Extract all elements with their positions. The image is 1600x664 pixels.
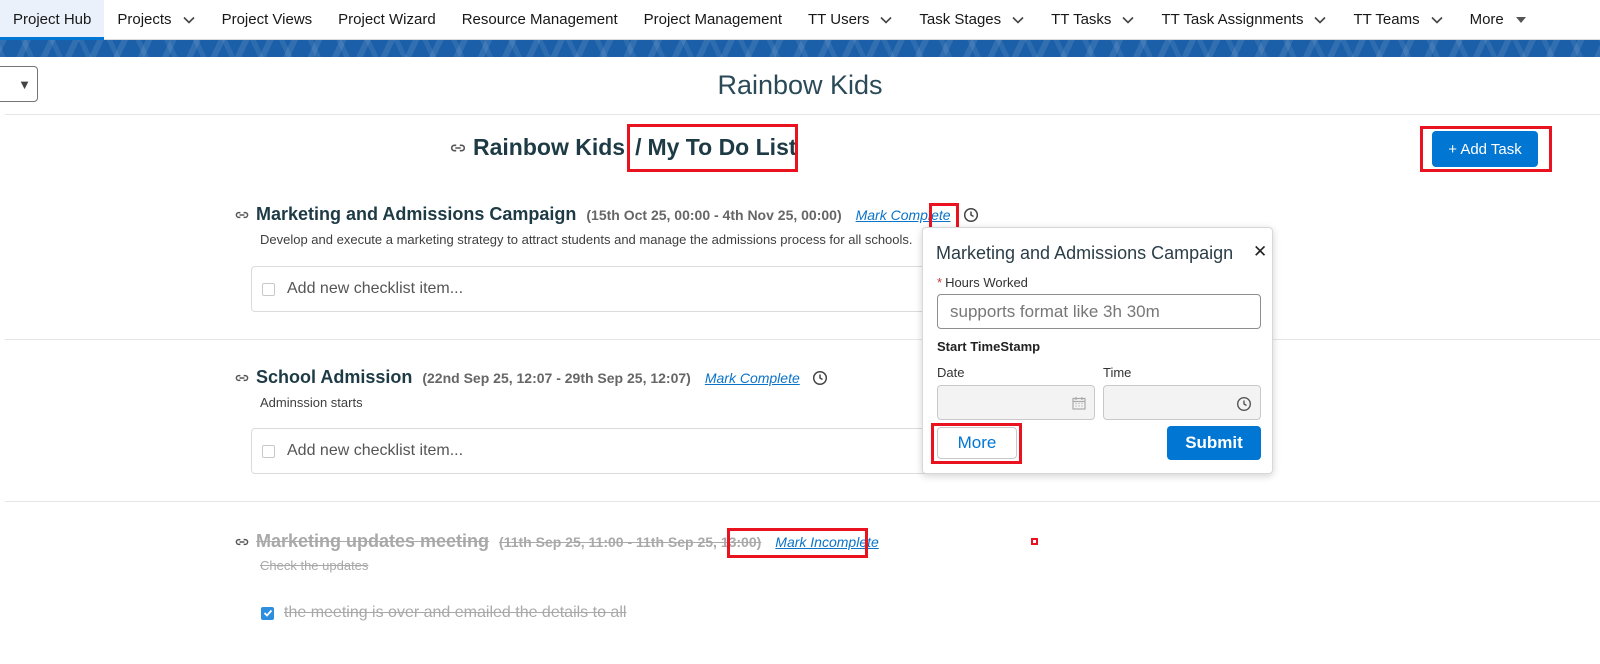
page-title: Rainbow Kids — [717, 70, 883, 100]
nav-label: Project Views — [221, 11, 313, 28]
nav-item-project-management[interactable]: Project Management — [631, 0, 795, 40]
checkbox[interactable] — [262, 282, 275, 296]
time-label: Time — [1103, 365, 1132, 380]
nav-label: TT Users — [808, 11, 870, 28]
highlight-marker — [1031, 538, 1038, 545]
date-label: Date — [937, 365, 965, 380]
nav-label: Project Management — [643, 11, 783, 28]
popover-title: Marketing and Admissions Campaign — [936, 243, 1234, 263]
link-icon — [235, 374, 249, 381]
nav-item-project-wizard[interactable]: Project Wizard — [325, 0, 449, 40]
task-description: Adminssion starts — [260, 395, 363, 410]
chevron-down-icon[interactable] — [1313, 13, 1327, 27]
checkbox[interactable] — [262, 444, 275, 458]
header-banner — [0, 40, 1600, 57]
nav-item-project-views[interactable]: Project Views — [209, 0, 326, 40]
divider — [5, 501, 1600, 502]
hours-worked-input[interactable] — [937, 294, 1261, 329]
checklist-item-text: the meeting is over and emailed the deta… — [284, 604, 627, 621]
checklist-placeholder: Add new checklist item... — [287, 280, 464, 297]
divider — [5, 339, 1600, 340]
mark-complete-link[interactable]: Mark Complete — [705, 370, 800, 386]
checkbox-checked[interactable] — [261, 606, 274, 620]
checklist-item: the meeting is over and emailed the deta… — [261, 604, 626, 622]
nav-label: Task Stages — [919, 11, 1002, 28]
mark-complete-link[interactable]: Mark Complete — [856, 207, 951, 223]
clock-icon[interactable] — [812, 370, 828, 386]
link-icon — [235, 538, 249, 545]
task-row: Marketing and Admissions Campaign (15th … — [234, 204, 979, 225]
breadcrumb-current: My To Do List — [647, 134, 797, 160]
breadcrumb: Rainbow Kids / My To Do List — [449, 134, 797, 161]
task-row: School Admission (22nd Sep 25, 12:07 - 2… — [234, 367, 828, 388]
add-task-button[interactable]: + Add Task — [1432, 131, 1538, 167]
task-description: Develop and execute a marketing strategy… — [260, 232, 913, 247]
nav-label: Project Hub — [13, 11, 92, 28]
task-title[interactable]: Marketing updates meeting — [256, 531, 489, 552]
nav-item-projects[interactable]: Projects — [104, 0, 208, 40]
checklist-input[interactable]: Add new checklist item... — [251, 428, 971, 474]
nav-label: Projects — [117, 11, 172, 28]
top-nav: Project Hub Projects Project Views Proje… — [0, 0, 1600, 40]
checklist-placeholder: Add new checklist item... — [287, 442, 464, 459]
task-dates: (22nd Sep 25, 12:07 - 29th Sep 25, 12:07… — [422, 369, 691, 386]
task-row: Marketing updates meeting (11th Sep 25, … — [234, 531, 879, 552]
more-button[interactable]: More — [937, 427, 1017, 459]
hours-worked-label: * Hours Worked — [937, 275, 1028, 290]
log-time-popover: Marketing and Admissions Campaign ✕ * Hou… — [922, 227, 1273, 474]
task-dates: (15th Oct 25, 00:00 - 4th Nov 25, 00:00) — [586, 206, 842, 223]
nav-item-task-stages[interactable]: Task Stages — [906, 0, 1038, 40]
nav-label: TT Tasks — [1051, 11, 1112, 28]
breadcrumb-parent[interactable]: Rainbow Kids — [473, 134, 625, 161]
breadcrumb-separator: / — [635, 134, 642, 160]
clock-icon — [1236, 396, 1252, 412]
nav-item-project-hub[interactable]: Project Hub — [0, 0, 105, 40]
chevron-down-icon[interactable] — [182, 13, 196, 27]
task-dates: (11th Sep 25, 11:00 - 11th Sep 25, 13:00… — [499, 533, 762, 550]
link-icon — [450, 143, 466, 152]
task-title[interactable]: Marketing and Admissions Campaign — [256, 204, 576, 225]
nav-item-tt-task-assignments[interactable]: TT Task Assignments — [1148, 0, 1340, 40]
clock-icon[interactable] — [963, 207, 979, 223]
chevron-down-icon[interactable] — [879, 13, 893, 27]
required-marker: * — [937, 275, 943, 290]
link-icon — [235, 211, 249, 218]
nav-label: Project Wizard — [338, 11, 436, 28]
chevron-down-icon[interactable] — [1121, 13, 1135, 27]
divider — [5, 114, 1600, 115]
close-icon[interactable]: ✕ — [1253, 242, 1267, 262]
nav-label: TT Task Assignments — [1161, 11, 1304, 28]
date-input[interactable] — [937, 385, 1095, 420]
nav-item-resource-management[interactable]: Resource Management — [449, 0, 631, 40]
nav-label: More — [1469, 11, 1504, 28]
task-description: Check the updates — [260, 558, 369, 573]
submit-button[interactable]: Submit — [1167, 426, 1261, 460]
start-timestamp-label: Start TimeStamp — [937, 339, 1041, 354]
time-input[interactable] — [1103, 385, 1261, 420]
check-icon — [263, 609, 272, 617]
caret-down-icon[interactable] — [1514, 13, 1528, 27]
chevron-down-icon[interactable] — [1011, 13, 1025, 27]
nav-item-tt-users[interactable]: TT Users — [795, 0, 906, 40]
nav-item-tt-tasks[interactable]: TT Tasks — [1038, 0, 1148, 40]
task-title[interactable]: School Admission — [256, 367, 412, 388]
nav-label: Resource Management — [461, 11, 618, 28]
nav-item-tt-teams[interactable]: TT Teams — [1340, 0, 1456, 40]
nav-label: TT Teams — [1353, 11, 1420, 28]
calendar-icon — [1072, 397, 1086, 410]
checklist-input[interactable]: Add new checklist item... — [251, 266, 971, 312]
mark-incomplete-link[interactable]: Mark Incomplete — [775, 534, 878, 550]
chevron-down-icon[interactable] — [1430, 13, 1444, 27]
nav-item-more[interactable]: More — [1457, 0, 1541, 40]
label-text: Hours Worked — [945, 275, 1028, 290]
